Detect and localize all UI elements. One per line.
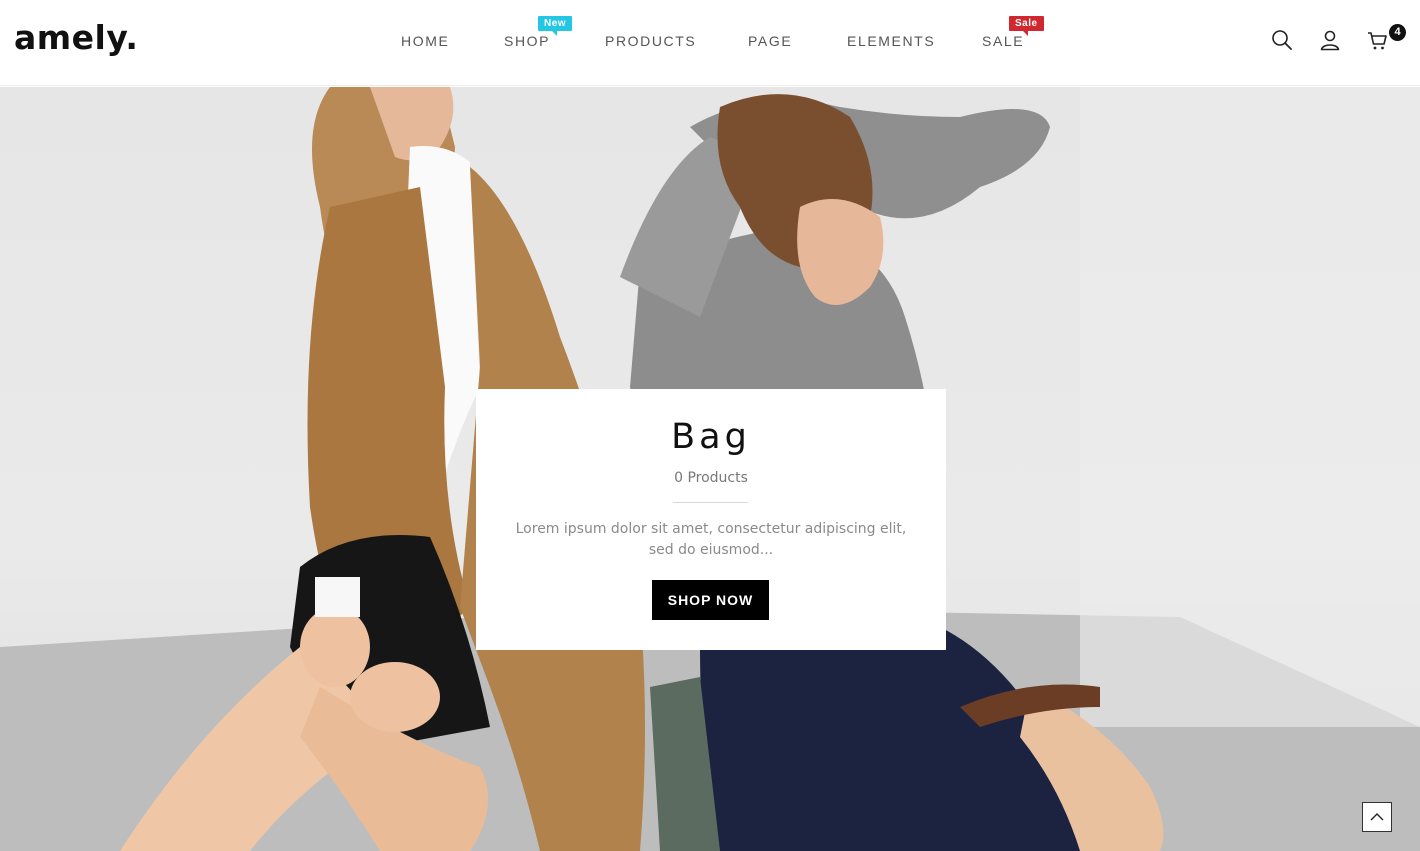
nav-shop-badge: New: [538, 16, 573, 36]
site-header: amely. HOME SHOP New PRODUCTS PAGE ELEME…: [0, 0, 1420, 86]
card-divider: [673, 502, 748, 503]
nav-home[interactable]: HOME: [401, 33, 449, 49]
user-icon[interactable]: [1318, 28, 1342, 52]
scroll-to-top-button[interactable]: [1362, 802, 1392, 832]
nav-products[interactable]: PRODUCTS: [605, 33, 696, 49]
shop-now-button[interactable]: SHOP NOW: [652, 580, 769, 620]
hero-banner: Bag 0 Products Lorem ipsum dolor sit ame…: [0, 87, 1420, 851]
category-card: Bag 0 Products Lorem ipsum dolor sit ame…: [476, 389, 946, 650]
category-product-count: 0 Products: [674, 470, 748, 486]
nav-shop[interactable]: SHOP: [504, 33, 550, 49]
main-nav: HOME SHOP New PRODUCTS PAGE ELEMENTS SAL…: [0, 0, 1420, 86]
nav-elements[interactable]: ELEMENTS: [847, 33, 935, 49]
cart-icon[interactable]: [1366, 28, 1390, 52]
chevron-up-icon: [1370, 813, 1384, 821]
nav-page[interactable]: PAGE: [748, 33, 792, 49]
category-description: Lorem ipsum dolor sit amet, consectetur …: [515, 521, 907, 558]
cart-count-badge: 4: [1389, 24, 1406, 41]
category-title: Bag: [671, 417, 751, 457]
search-icon[interactable]: [1270, 28, 1294, 52]
nav-sale[interactable]: SALE: [982, 33, 1024, 49]
nav-sale-badge: Sale: [1009, 16, 1044, 36]
